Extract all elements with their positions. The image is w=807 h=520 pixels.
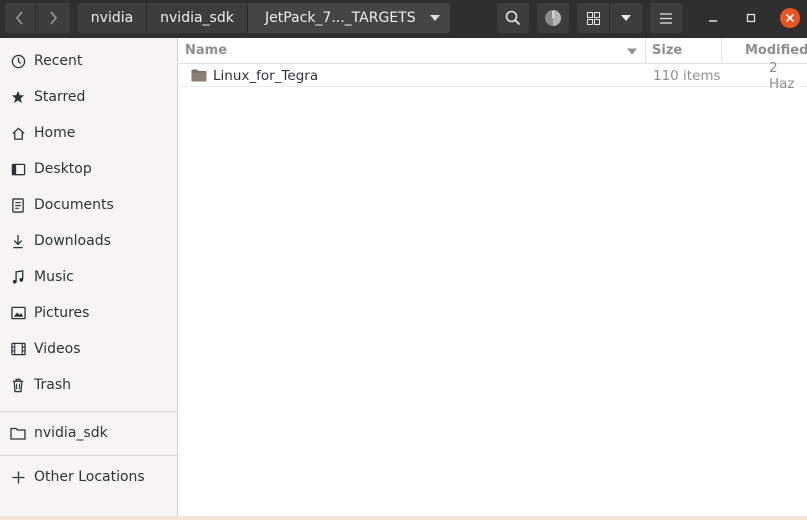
picture-icon — [10, 305, 26, 321]
folder-icon — [10, 425, 26, 441]
search-button[interactable] — [497, 3, 529, 33]
operations-progress-icon — [545, 10, 561, 26]
window-bottom-edge — [0, 516, 807, 520]
file-size: 110 items — [653, 67, 721, 84]
sidebar-item-recent[interactable]: Recent — [0, 44, 177, 78]
view-toggle-button[interactable] — [577, 3, 609, 33]
sidebar-item-label: Music — [34, 269, 74, 285]
sidebar-item-label: nvidia_sdk — [34, 425, 108, 441]
view-options-button[interactable] — [610, 3, 642, 33]
sidebar-item-pictures[interactable]: Pictures — [0, 296, 177, 330]
sidebar-item-label: Desktop — [34, 161, 92, 177]
dropdown-arrow-icon — [430, 15, 440, 21]
file-modified: 2 Haz — [769, 59, 795, 92]
grid-view-icon — [586, 11, 600, 25]
sort-descending-icon — [627, 48, 637, 55]
sidebar-item-trash[interactable]: Trash — [0, 368, 177, 402]
sidebar-divider — [0, 411, 178, 412]
sidebar: Recent Starred Home Desktop Documents Do… — [0, 38, 178, 520]
chevron-left-icon — [15, 11, 23, 25]
sidebar-item-label: Documents — [34, 197, 114, 213]
sidebar-item-label: Downloads — [34, 233, 111, 249]
minimize-icon — [709, 20, 717, 22]
column-header-name[interactable]: Name — [179, 38, 645, 64]
sidebar-item-label: Recent — [34, 53, 83, 69]
breadcrumb-current[interactable]: JetPack_7..._TARGETS — [248, 3, 450, 33]
download-icon — [10, 233, 26, 249]
minimize-button[interactable] — [699, 4, 727, 32]
chevron-right-icon — [50, 11, 58, 25]
breadcrumb-nvidia-sdk[interactable]: nvidia_sdk — [147, 3, 247, 33]
operations-button[interactable] — [537, 3, 569, 33]
header-bar: nvidia nvidia_sdk JetPack_7..._TARGETS — [0, 0, 807, 38]
sidebar-item-label: Videos — [34, 341, 81, 357]
video-icon — [10, 341, 26, 357]
maximize-icon — [746, 13, 756, 23]
sidebar-item-documents[interactable]: Documents — [0, 188, 177, 222]
column-header-label: Size — [652, 43, 683, 58]
sidebar-divider — [0, 455, 178, 456]
sidebar-item-label: Trash — [34, 377, 71, 393]
document-icon — [10, 197, 26, 213]
menu-button[interactable] — [650, 3, 682, 33]
sidebar-item-label: Pictures — [34, 305, 90, 321]
desktop-icon — [10, 161, 26, 177]
column-header-label: Name — [185, 43, 228, 58]
search-icon — [505, 10, 521, 26]
sidebar-item-downloads[interactable]: Downloads — [0, 224, 177, 258]
sidebar-item-other-locations[interactable]: Other Locations — [0, 460, 177, 494]
sidebar-item-label: Starred — [34, 89, 86, 105]
clock-icon — [10, 53, 26, 69]
plus-icon — [10, 469, 26, 485]
maximize-button[interactable] — [737, 4, 765, 32]
file-name: Linux_for_Tegra — [213, 67, 319, 84]
folder-icon — [191, 64, 207, 87]
breadcrumb-current-label: JetPack_7..._TARGETS — [265, 10, 416, 26]
sidebar-item-starred[interactable]: Starred — [0, 80, 177, 114]
sidebar-item-videos[interactable]: Videos — [0, 332, 177, 366]
music-icon — [10, 269, 26, 285]
close-button[interactable] — [776, 4, 804, 32]
trash-icon — [10, 377, 26, 393]
home-icon — [10, 125, 26, 141]
star-icon — [10, 89, 26, 105]
breadcrumb-nvidia[interactable]: nvidia — [78, 3, 146, 33]
sidebar-item-music[interactable]: Music — [0, 260, 177, 294]
sidebar-item-desktop[interactable]: Desktop — [0, 152, 177, 186]
column-header-label: Modified — [745, 43, 807, 58]
close-icon — [780, 8, 800, 28]
sidebar-item-label: Other Locations — [34, 469, 145, 485]
column-header-size[interactable]: Size — [646, 38, 721, 64]
sidebar-item-label: Home — [34, 125, 76, 141]
hamburger-menu-icon — [660, 12, 672, 24]
dropdown-arrow-icon — [621, 15, 631, 21]
sidebar-item-home[interactable]: Home — [0, 116, 177, 150]
sidebar-item-nvidia-sdk[interactable]: nvidia_sdk — [0, 416, 177, 450]
back-button[interactable] — [5, 3, 35, 33]
table-row[interactable]: Linux_for_Tegra 110 items 2 Haz — [179, 59, 807, 92]
forward-button[interactable] — [36, 3, 70, 33]
file-list: Name Size Modified Linux_for_Tegra 110 i… — [179, 38, 807, 520]
